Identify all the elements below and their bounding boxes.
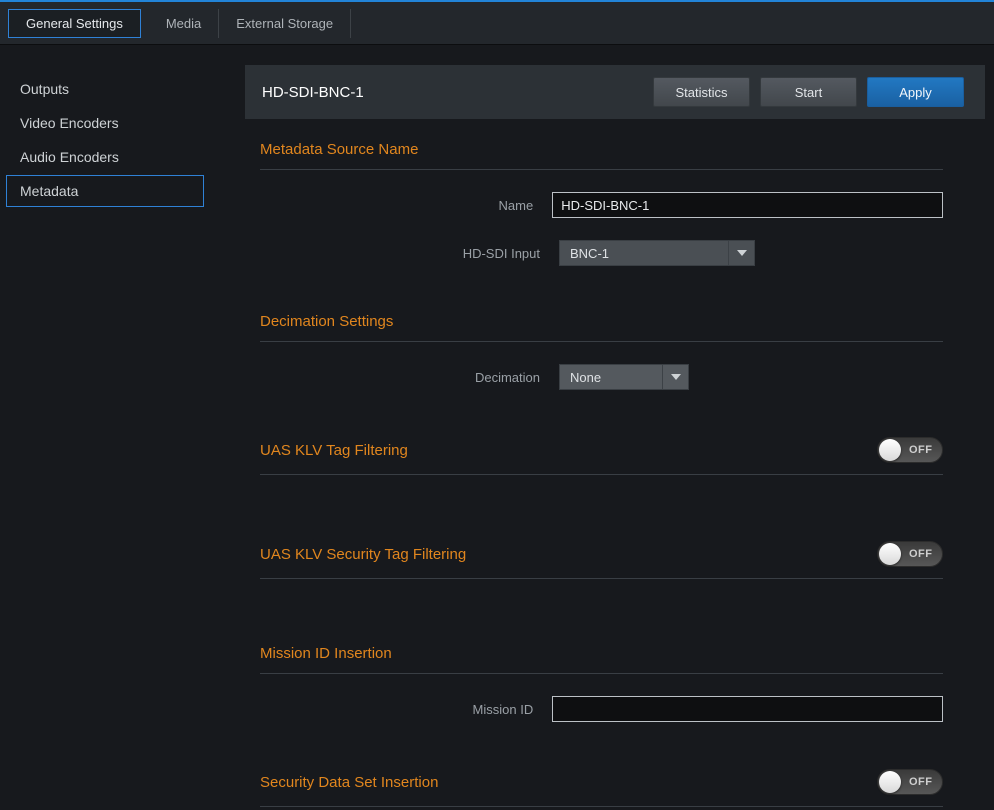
page-title: HD-SDI-BNC-1 bbox=[262, 84, 364, 101]
toggle-knob bbox=[879, 771, 901, 793]
mission-id-row: Mission ID bbox=[260, 696, 943, 722]
tab-media[interactable]: Media bbox=[148, 9, 219, 38]
decimation-label: Decimation bbox=[260, 370, 559, 385]
name-row: Name bbox=[260, 192, 943, 218]
toggle-knob bbox=[879, 439, 901, 461]
section-heading: Metadata Source Name bbox=[260, 141, 418, 158]
section-security-data-set-insertion: Security Data Set Insertion OFF bbox=[260, 769, 943, 807]
settings-content: Metadata Source Name Name HD-SDI Input B… bbox=[260, 141, 943, 807]
tab-general-settings[interactable]: General Settings bbox=[8, 9, 141, 38]
toggle-state-label: OFF bbox=[909, 776, 933, 788]
sidebar-item-audio-encoders[interactable]: Audio Encoders bbox=[0, 140, 245, 174]
chevron-down-icon bbox=[662, 365, 688, 389]
section-heading: UAS KLV Tag Filtering bbox=[260, 442, 408, 459]
mission-id-input[interactable] bbox=[552, 696, 943, 722]
mission-id-label: Mission ID bbox=[260, 702, 552, 717]
section-metadata-source-name: Metadata Source Name bbox=[260, 141, 943, 170]
decimation-row: Decimation None bbox=[260, 364, 943, 390]
decimation-selected-value: None bbox=[560, 370, 662, 385]
hd-sdi-input-select[interactable]: BNC-1 bbox=[559, 240, 755, 266]
apply-button[interactable]: Apply bbox=[867, 77, 964, 107]
section-uas-klv-tag-filtering: UAS KLV Tag Filtering OFF bbox=[260, 437, 943, 475]
section-mission-id-insertion: Mission ID Insertion bbox=[260, 645, 943, 674]
section-heading: Decimation Settings bbox=[260, 313, 393, 330]
security-data-set-insertion-toggle[interactable]: OFF bbox=[877, 769, 943, 795]
hd-sdi-input-selected-value: BNC-1 bbox=[560, 246, 728, 261]
uas-klv-tag-filtering-toggle[interactable]: OFF bbox=[877, 437, 943, 463]
uas-klv-security-tag-filtering-toggle[interactable]: OFF bbox=[877, 541, 943, 567]
section-heading: UAS KLV Security Tag Filtering bbox=[260, 546, 466, 563]
sidebar-item-outputs[interactable]: Outputs bbox=[0, 72, 245, 106]
panel-header: HD-SDI-BNC-1 Statistics Start Apply bbox=[245, 65, 985, 119]
statistics-button[interactable]: Statistics bbox=[653, 77, 750, 107]
section-heading: Mission ID Insertion bbox=[260, 645, 392, 662]
chevron-down-icon bbox=[728, 241, 754, 265]
sidebar-item-metadata[interactable]: Metadata bbox=[6, 175, 204, 207]
tab-external-storage[interactable]: External Storage bbox=[219, 9, 351, 38]
toggle-state-label: OFF bbox=[909, 548, 933, 560]
hd-sdi-input-label: HD-SDI Input bbox=[260, 246, 559, 261]
top-tab-bar: General Settings Media External Storage bbox=[0, 0, 994, 45]
name-input[interactable] bbox=[552, 192, 943, 218]
sidebar-item-video-encoders[interactable]: Video Encoders bbox=[0, 106, 245, 140]
hd-sdi-input-row: HD-SDI Input BNC-1 bbox=[260, 240, 943, 266]
toggle-knob bbox=[879, 543, 901, 565]
toggle-state-label: OFF bbox=[909, 444, 933, 456]
section-heading: Security Data Set Insertion bbox=[260, 774, 438, 791]
section-uas-klv-security-tag-filtering: UAS KLV Security Tag Filtering OFF bbox=[260, 541, 943, 579]
decimation-select[interactable]: None bbox=[559, 364, 689, 390]
main-panel: HD-SDI-BNC-1 Statistics Start Apply Meta… bbox=[245, 46, 994, 807]
sidebar: Outputs Video Encoders Audio Encoders Me… bbox=[0, 46, 245, 208]
start-button[interactable]: Start bbox=[760, 77, 857, 107]
name-label: Name bbox=[260, 198, 552, 213]
header-buttons: Statistics Start Apply bbox=[653, 77, 964, 107]
section-decimation-settings: Decimation Settings bbox=[260, 313, 943, 342]
